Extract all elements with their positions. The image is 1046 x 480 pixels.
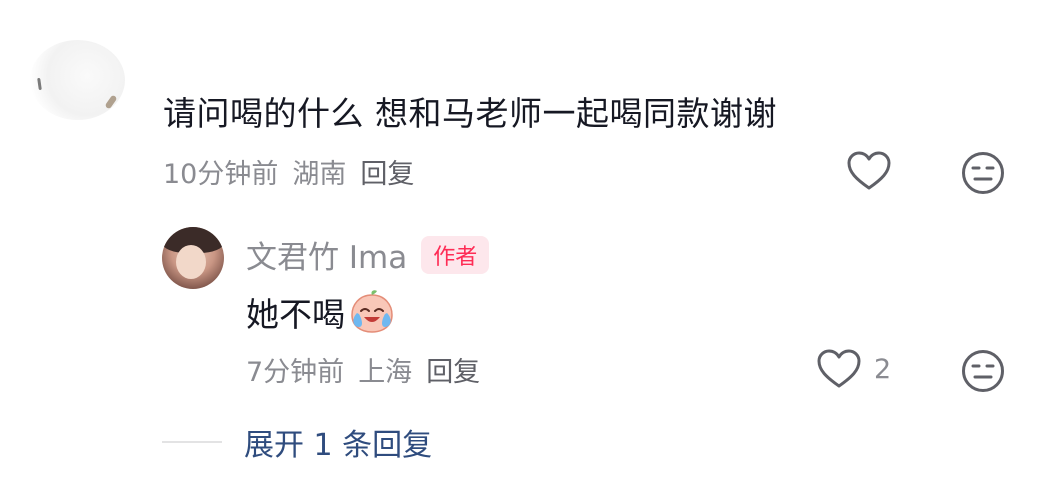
reply-button[interactable]: 回复 <box>426 350 480 389</box>
top-comment-avatar[interactable] <box>30 40 125 120</box>
heart-outline-icon <box>817 349 861 388</box>
reply-time: 7分钟前 <box>246 357 345 388</box>
meh-face-icon <box>962 152 1004 194</box>
avatar-detail <box>104 94 118 110</box>
reply-username[interactable]: 文君竹 Ima <box>246 232 407 277</box>
reply-avatar[interactable] <box>162 227 224 289</box>
top-comment-text: 请问喝的什么 想和马老师一起喝同款谢谢 <box>163 94 777 133</box>
heart-outline-icon <box>847 151 891 190</box>
like-button[interactable] <box>846 150 892 192</box>
crying-peach-emoji <box>351 290 393 333</box>
divider-line <box>162 441 222 443</box>
reply-dislike-button[interactable] <box>960 348 1006 394</box>
meh-face-icon <box>962 350 1004 392</box>
expand-replies-link[interactable]: 展开 1 条回复 <box>244 420 432 464</box>
reply-text-row: 她不喝 <box>246 288 397 336</box>
reply-meta: 7分钟前 上海 回复 <box>246 350 480 389</box>
reply-button[interactable]: 回复 <box>360 152 414 191</box>
reply-like-button[interactable]: 2 <box>816 348 891 390</box>
reply-text: 她不喝 <box>246 295 345 334</box>
comment-time: 10分钟前 <box>163 159 279 190</box>
reply-location: 上海 <box>358 357 413 388</box>
avatar-face <box>176 245 206 279</box>
author-badge: 作者 <box>421 235 490 274</box>
like-count: 2 <box>874 353 892 385</box>
reply-header: 文君竹 Ima 作者 <box>246 232 490 277</box>
expand-replies-row: 展开 1 条回复 <box>162 420 432 464</box>
avatar-detail <box>37 77 42 91</box>
comment-location: 湖南 <box>292 159 347 190</box>
comment-thread: 请问喝的什么 想和马老师一起喝同款谢谢 10分钟前 湖南 回复 文君竹 Ima … <box>0 0 1046 480</box>
top-comment-meta: 10分钟前 湖南 回复 <box>163 152 414 191</box>
dislike-button[interactable] <box>960 150 1006 196</box>
